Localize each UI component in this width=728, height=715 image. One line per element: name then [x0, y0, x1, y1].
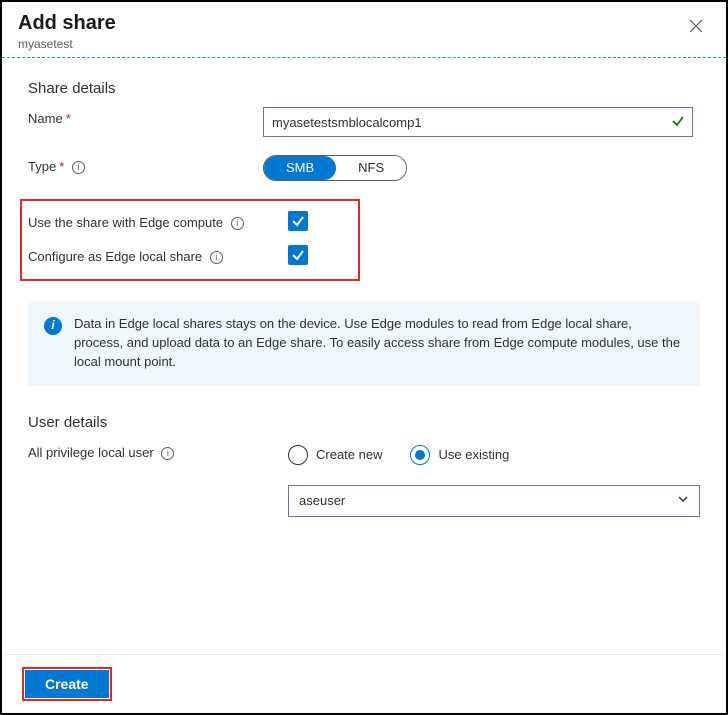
validation-check-icon — [671, 114, 685, 131]
radio-create-new-circle — [288, 445, 308, 465]
panel-header: Add share myasetest — [2, 2, 726, 58]
row-name: Name* — [28, 107, 700, 137]
required-marker: * — [66, 111, 71, 126]
info-banner-text: Data in Edge local shares stays on the d… — [74, 315, 684, 372]
priv-user-label-text: All privilege local user — [28, 445, 154, 460]
chevron-down-icon — [677, 493, 689, 508]
type-toggle: SMB NFS — [263, 155, 407, 181]
name-label: Name* — [28, 107, 263, 126]
create-button[interactable]: Create — [25, 670, 109, 698]
priv-user-label: All privilege local user i — [28, 441, 288, 460]
row-edge-compute: Use the share with Edge compute i — [28, 211, 348, 231]
required-marker: * — [59, 159, 64, 174]
radio-create-new-label: Create new — [316, 447, 382, 462]
user-select[interactable]: aseuser — [288, 485, 700, 517]
create-button-highlight: Create — [22, 667, 112, 701]
share-details-heading: Share details — [28, 80, 700, 97]
type-option-nfs[interactable]: NFS — [336, 156, 406, 180]
type-label-text: Type — [28, 159, 56, 174]
info-icon[interactable]: i — [161, 447, 174, 460]
row-edge-local: Configure as Edge local share i — [28, 245, 348, 265]
info-banner-icon: i — [44, 317, 62, 335]
info-banner: i Data in Edge local shares stays on the… — [28, 301, 700, 386]
type-option-smb[interactable]: SMB — [264, 156, 336, 180]
edge-compute-checkbox[interactable] — [288, 211, 308, 231]
radio-use-existing-label: Use existing — [438, 447, 509, 462]
info-icon[interactable]: i — [72, 161, 85, 174]
user-details-heading: User details — [28, 414, 700, 431]
close-icon[interactable] — [682, 12, 710, 40]
name-label-text: Name — [28, 111, 63, 126]
edge-local-label-text: Configure as Edge local share — [28, 249, 202, 264]
row-priv-user: All privilege local user i Create new Us… — [28, 441, 700, 517]
row-type: Type* i SMB NFS — [28, 155, 700, 181]
user-select-value: aseuser — [299, 493, 345, 508]
name-input[interactable] — [263, 107, 693, 137]
edge-local-checkbox[interactable] — [288, 245, 308, 265]
panel-title: Add share — [18, 12, 116, 35]
info-icon[interactable]: i — [231, 217, 244, 230]
edge-options-highlight: Use the share with Edge compute i Config… — [20, 199, 360, 281]
radio-use-existing[interactable]: Use existing — [410, 445, 509, 465]
panel-body: Share details Name* Type* i SMB NFS — [2, 58, 726, 547]
type-label: Type* i — [28, 155, 263, 174]
panel-footer: Create — [2, 654, 726, 713]
radio-create-new[interactable]: Create new — [288, 445, 382, 465]
header-titles: Add share myasetest — [18, 12, 116, 51]
edge-local-label: Configure as Edge local share i — [28, 245, 288, 264]
edge-compute-label: Use the share with Edge compute i — [28, 211, 288, 230]
radio-use-existing-circle — [410, 445, 430, 465]
edge-compute-label-text: Use the share with Edge compute — [28, 215, 223, 230]
panel-subtitle: myasetest — [18, 37, 116, 51]
priv-user-radio-group: Create new Use existing — [288, 441, 700, 465]
info-icon[interactable]: i — [210, 251, 223, 264]
